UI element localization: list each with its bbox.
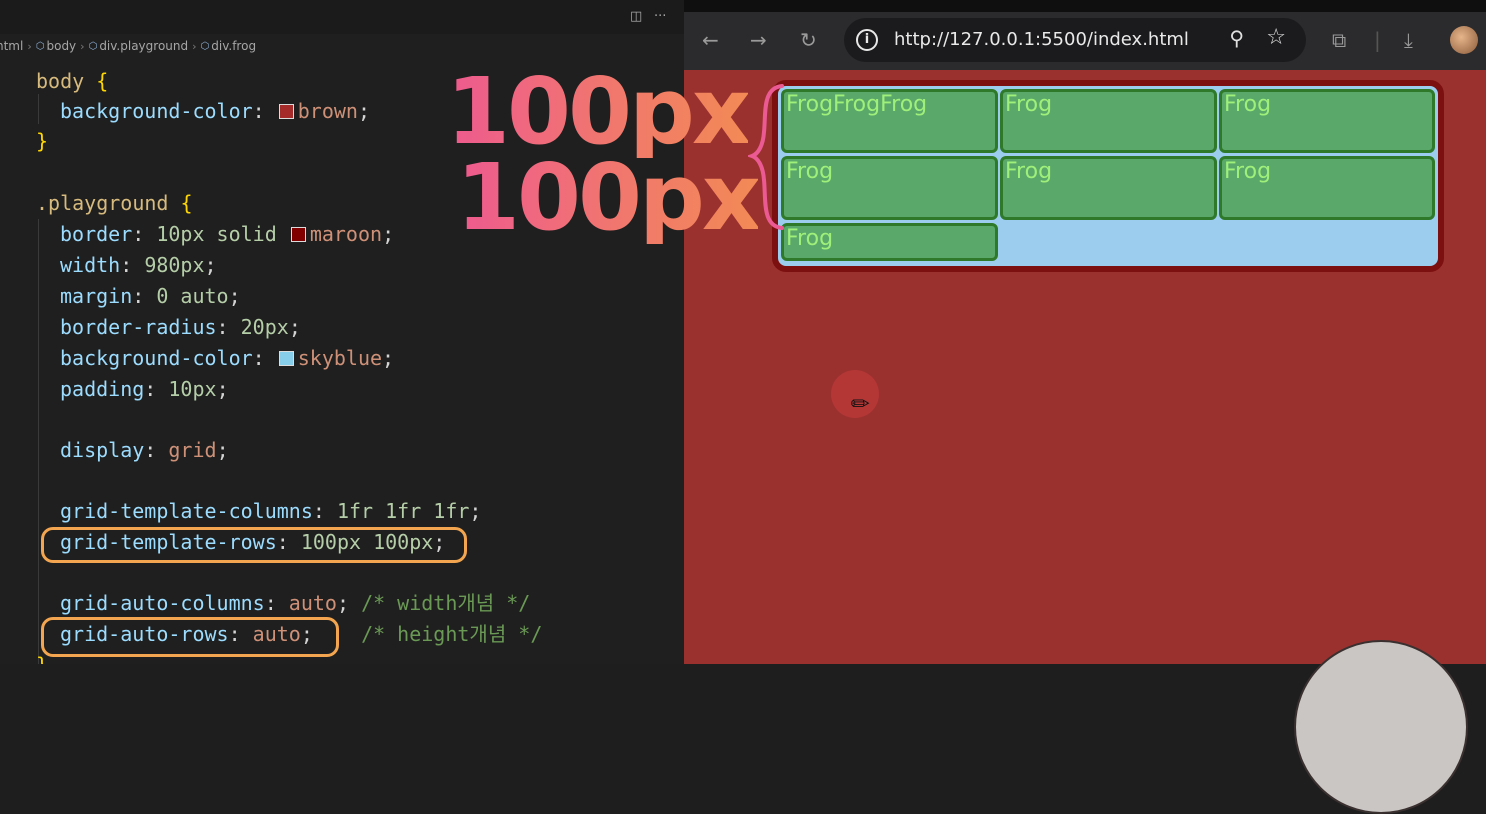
code-line: grid-auto-columns: auto; /* width개념 */ (60, 591, 531, 615)
tab-strip (684, 0, 1486, 12)
chevron-right-icon: › (27, 39, 32, 53)
breadcrumb-item-frog[interactable]: div.frog (211, 39, 256, 53)
color-swatch[interactable] (278, 351, 294, 366)
breadcrumb-item-body[interactable]: body (46, 39, 76, 53)
reload-icon[interactable]: ↻ (800, 26, 817, 54)
page-viewport: FrogFrogFrog Frog Frog Frog Frog Frog Fr… (684, 70, 1486, 664)
forward-icon[interactable]: → (750, 26, 767, 54)
code-line: grid-template-columns: 1fr 1fr 1fr; (60, 499, 482, 523)
chevron-right-icon: › (80, 39, 85, 53)
info-icon[interactable]: i (856, 29, 878, 51)
avatar[interactable] (1450, 26, 1478, 54)
color-swatch[interactable] (290, 227, 306, 242)
url-text[interactable]: http://127.0.0.1:5500/index.html (894, 29, 1189, 50)
back-icon[interactable]: ← (702, 26, 719, 54)
code-line: border-radius: 20px; (60, 315, 301, 339)
frog-cell: Frog (1219, 89, 1435, 153)
breadcrumb: html › ⬡ body › ⬡ div.playground › ⬡ div… (0, 36, 256, 56)
frog-cell: Frog (781, 223, 998, 261)
split-editor-icon[interactable]: ◫ (630, 9, 642, 24)
indent-guide (38, 94, 39, 124)
frog-cell: Frog (781, 156, 998, 220)
code-line: background-color: brown; (60, 99, 371, 123)
highlight-box-auto-rows (41, 617, 339, 657)
chevron-right-icon: › (192, 39, 197, 53)
indent-guide (38, 219, 39, 664)
frog-cell: Frog (1219, 156, 1435, 220)
browser-toolbar: ← → ↻ i http://127.0.0.1:5500/index.html… (684, 12, 1486, 70)
code-line: border: 10px solid maroon; (60, 222, 395, 246)
star-icon[interactable]: ☆ (1266, 25, 1286, 50)
curly-brace-annotation (748, 84, 784, 230)
extensions-icon[interactable]: ⧉ (1332, 26, 1346, 54)
color-swatch[interactable] (278, 104, 294, 119)
toolbar-divider: | (1374, 28, 1381, 52)
webcam-overlay (1294, 640, 1468, 814)
overlay-label-row2: 100px (456, 144, 761, 251)
more-actions-icon[interactable]: ··· (654, 9, 666, 24)
element-icon: ⬡ (35, 40, 45, 52)
code-line: margin: 0 auto; (60, 284, 241, 308)
zoom-icon[interactable]: ⚲ (1229, 26, 1244, 50)
breadcrumb-item-playground[interactable]: div.playground (99, 39, 188, 53)
frog-cell: Frog (1000, 89, 1217, 153)
code-line: display: grid; (60, 438, 229, 462)
browser-window: ← → ↻ i http://127.0.0.1:5500/index.html… (684, 0, 1486, 664)
code-line: body { (36, 69, 109, 93)
download-icon[interactable]: ⤓ (1404, 26, 1413, 54)
breadcrumb-item-html[interactable]: html (0, 39, 23, 53)
element-icon: ⬡ (88, 40, 98, 52)
code-line: .playground { (36, 191, 193, 215)
frog-cell: FrogFrogFrog (781, 89, 998, 153)
code-line: background-color: skyblue; (60, 346, 395, 370)
address-bar[interactable]: i http://127.0.0.1:5500/index.html ⚲ ☆ (844, 18, 1306, 62)
element-icon: ⬡ (200, 40, 210, 52)
frog-cell: Frog (1000, 156, 1217, 220)
code-line: padding: 10px; (60, 377, 229, 401)
editor-tab-bar: ◫ ··· (0, 0, 684, 34)
code-line: width: 980px; (60, 253, 217, 277)
highlight-box-template-rows (41, 527, 467, 563)
playground: FrogFrogFrog Frog Frog Frog Frog Frog Fr… (772, 80, 1444, 272)
code-line: } (36, 129, 49, 153)
